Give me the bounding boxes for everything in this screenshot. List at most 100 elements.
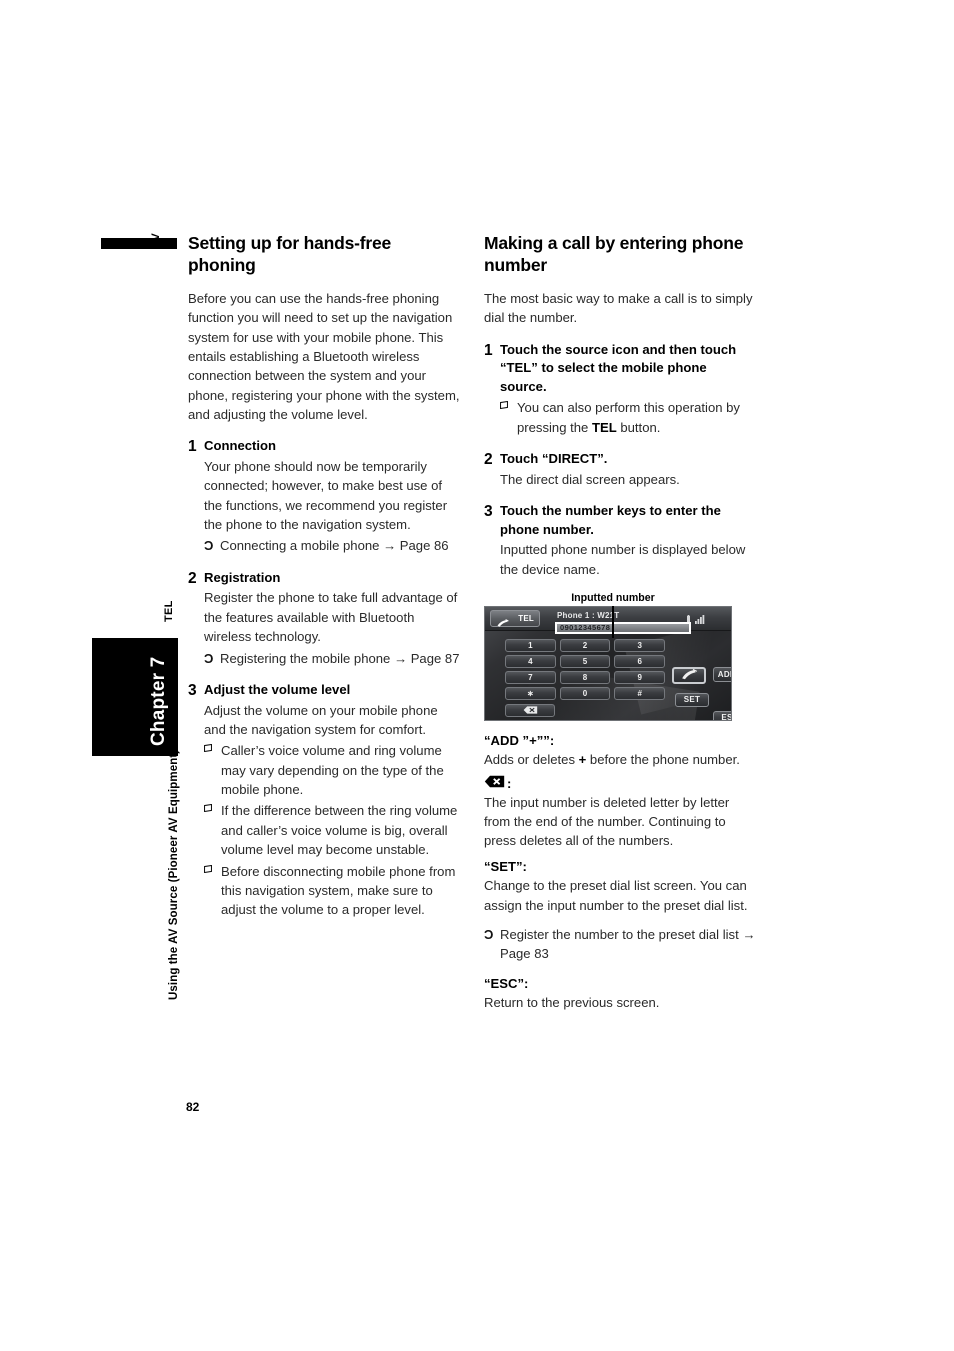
device-screenshot-figure: Inputted number TEL Phone 1 : W21T 09012… <box>484 592 732 721</box>
add-button-label: ADD <box>717 669 731 679</box>
step-content: Touch the source icon and then touch “TE… <box>500 341 756 437</box>
key-6[interactable]: 6 <box>614 654 665 668</box>
step-content: Adjust the volume level Adjust the volum… <box>204 681 460 920</box>
step-title: Registration <box>204 569 281 585</box>
left-intro-paragraph: Before you can use the hands-free phonin… <box>188 290 460 423</box>
step-content: Touch “DIRECT”. The direct dial screen a… <box>500 450 756 489</box>
chapter-tab-label: Chapter 7 <box>148 656 169 746</box>
right-section-heading: Making a call by entering phone number <box>484 233 744 276</box>
manual-page: AV TEL Chapter 7 Using the AV Source (Pi… <box>0 0 954 1351</box>
backspace-icon <box>484 775 505 793</box>
set-button[interactable]: SET <box>675 692 709 707</box>
note-text-suffix: button. <box>616 419 661 435</box>
definition-term-backspace: : <box>484 775 756 793</box>
step-item: 3 Touch the number keys to enter the pho… <box>484 502 756 579</box>
signal-strength-icon <box>695 611 705 629</box>
definition-term-colon: : <box>507 776 512 792</box>
cross-reference: Ɔ Registering the mobile phone → Page 87 <box>204 649 460 668</box>
step-content: Connection Your phone should now be temp… <box>204 437 460 555</box>
cross-reference: Ɔ Connecting a mobile phone → Page 86 <box>204 536 460 555</box>
figure-leader-line <box>612 605 614 638</box>
step-item: 1 Connection Your phone should now be te… <box>188 437 460 555</box>
tel-marker-label: TEL <box>163 600 175 622</box>
note-item: Caller’s voice volume and ring volume ma… <box>204 741 460 799</box>
inputted-number-value: 09012345678 <box>560 623 611 633</box>
key-8[interactable]: 8 <box>559 670 611 684</box>
cross-reference: Ɔ Register the number to the preset dial… <box>484 925 756 964</box>
device-name-label: Phone 1 : W21T <box>557 610 620 620</box>
backspace-key[interactable] <box>505 701 555 719</box>
step-item: 3 Adjust the volume level Adjust the vol… <box>188 681 460 920</box>
step-content: Touch the number keys to enter the phone… <box>500 502 756 579</box>
step-item: 2 Registration Register the phone to tak… <box>188 569 460 668</box>
definition-text-set: Change to the preset dial list screen. Y… <box>484 878 748 913</box>
note-item: You can also perform this operation by p… <box>500 398 756 437</box>
step-title: Touch “DIRECT”. <box>500 451 608 467</box>
step-text: Register the phone to take full advantag… <box>204 590 458 645</box>
page-number: 82 <box>186 1100 200 1114</box>
inputted-number-field[interactable]: 09012345678 <box>555 621 691 634</box>
key-0[interactable]: 0 <box>559 686 611 700</box>
backspace-icon <box>523 701 538 719</box>
cross-reference-icon: Ɔ <box>204 650 214 666</box>
step-content: Registration Register the phone to take … <box>204 569 460 668</box>
key-9[interactable]: 9 <box>614 670 665 684</box>
source-button[interactable]: TEL <box>490 609 540 627</box>
esc-button[interactable]: ESC <box>713 710 731 720</box>
left-column: Setting up for hands-free phoning Before… <box>188 232 460 933</box>
add-plus-button[interactable]: ADD “+” <box>713 666 731 682</box>
definition-term-set: “SET”: <box>484 858 527 874</box>
step-title: Connection <box>204 438 277 454</box>
key-5[interactable]: 5 <box>559 654 611 668</box>
handset-icon <box>496 615 509 627</box>
key-7[interactable]: 7 <box>505 670 556 684</box>
cross-reference-icon: Ɔ <box>484 926 494 942</box>
step-number: 2 <box>484 451 493 469</box>
step-number: 2 <box>188 569 197 587</box>
cross-reference-text: Registering the mobile phone → Page 87 <box>220 650 460 666</box>
step-title: Touch the number keys to enter the phone… <box>500 502 721 537</box>
note-square-icon <box>204 741 221 799</box>
key-4[interactable]: 4 <box>505 654 556 668</box>
right-column: Making a call by entering phone number T… <box>484 232 756 1012</box>
key-hash[interactable]: # <box>614 686 665 700</box>
definition-text-add: Adds or deletes + before the phone numbe… <box>484 750 756 769</box>
step-item: 1 Touch the source icon and then touch “… <box>484 341 756 437</box>
running-head: Using the AV Source (Pioneer AV Equipmen… <box>168 749 180 1000</box>
step-text: Your phone should now be temporarily con… <box>204 458 448 533</box>
page-sidebar: AV TEL Chapter 7 Using the AV Source (Pi… <box>0 0 199 1351</box>
note-square-icon <box>204 862 221 920</box>
figure-caption: Inputted number <box>571 591 655 604</box>
note-square-icon <box>500 398 517 437</box>
av-marker-label: AV <box>150 233 162 248</box>
cross-reference-text: Register the number to the preset dial l… <box>500 926 756 962</box>
call-button[interactable] <box>672 666 706 684</box>
note-item: If the difference between the ring volum… <box>204 801 460 859</box>
definition-text-backspace: The input number is deleted letter by le… <box>484 794 730 849</box>
cross-reference-icon: Ɔ <box>204 538 214 554</box>
definition-term-esc: “ESC”: <box>484 975 529 991</box>
step-number: 1 <box>188 438 197 456</box>
key-2[interactable]: 2 <box>559 638 611 652</box>
cross-reference-text: Connecting a mobile phone → Page 86 <box>220 538 449 554</box>
step-title: Adjust the volume level <box>204 681 351 697</box>
av-marker-bar <box>101 238 177 249</box>
step-number: 3 <box>484 502 493 520</box>
step-item: 2 Touch “DIRECT”. The direct dial screen… <box>484 450 756 489</box>
key-1[interactable]: 1 <box>505 638 556 652</box>
definition-text-esc: Return to the previous screen. <box>484 995 660 1010</box>
definition-text-after: before the phone number. <box>586 752 740 768</box>
right-intro-paragraph: The most basic way to make a call is to … <box>484 290 753 326</box>
source-button-label: TEL <box>518 613 534 623</box>
key-3[interactable]: 3 <box>614 638 665 652</box>
step-number: 3 <box>188 681 197 699</box>
key-asterisk[interactable]: ∗ <box>505 686 556 700</box>
definition-text-before: Adds or deletes <box>484 752 579 768</box>
step-text: The direct dial screen appears. <box>500 471 680 487</box>
left-section-heading: Setting up for hands-free phoning <box>188 233 392 276</box>
definition-term-add: “ADD ”+””: <box>484 732 555 748</box>
note-text-bold: TEL <box>591 419 617 435</box>
note-text: Caller’s voice volume and ring volume ma… <box>221 743 444 798</box>
dial-keypad: 1 2 3 4 5 6 7 8 9 ∗ 0 # <box>505 638 665 700</box>
step-number: 1 <box>484 341 493 359</box>
